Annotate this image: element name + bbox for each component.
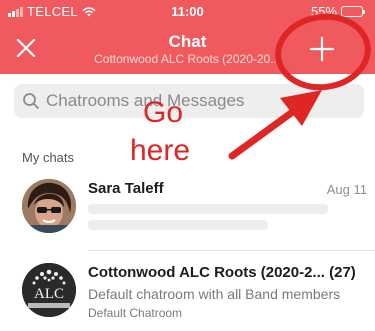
annotation-text-here: here	[130, 134, 191, 167]
chat-header: Chat Cottonwood ALC Roots (2020-20..)	[0, 22, 375, 74]
battery-icon	[341, 6, 365, 17]
chat-name: Sara Taleff	[88, 180, 164, 197]
alc-logo-icon: ALC	[22, 263, 76, 317]
avatar	[22, 179, 76, 233]
chat-type: Default Chatroom	[88, 306, 183, 320]
annotation-text-go: Go	[143, 96, 184, 129]
chat-preview-redacted	[88, 204, 328, 214]
search-input[interactable]	[46, 91, 346, 111]
search-icon	[23, 93, 39, 109]
divider	[88, 250, 375, 251]
chat-list-item[interactable]: Sara Taleff Aug 11	[0, 174, 375, 240]
chat-name: Cottonwood ALC Roots (2020-2... (27)	[88, 264, 356, 281]
search-bar[interactable]	[14, 84, 364, 118]
chat-date: Aug 11	[326, 182, 367, 197]
plus-icon[interactable]	[309, 36, 335, 62]
status-bar: TELCEL 11:00 55%	[0, 0, 375, 22]
avatar: ALC	[22, 263, 76, 317]
status-right: 55%	[310, 4, 365, 19]
avatar-text: ALC	[34, 286, 64, 302]
avatar-photo	[22, 179, 76, 233]
battery-percent: 55%	[310, 4, 337, 19]
chat-list-item[interactable]: ALC Cottonwood ALC Roots (2020-2... (27)…	[0, 258, 375, 324]
chat-description: Default chatroom with all Band members	[88, 286, 341, 302]
section-my-chats: My chats	[22, 150, 75, 165]
chat-preview-redacted	[88, 220, 268, 230]
